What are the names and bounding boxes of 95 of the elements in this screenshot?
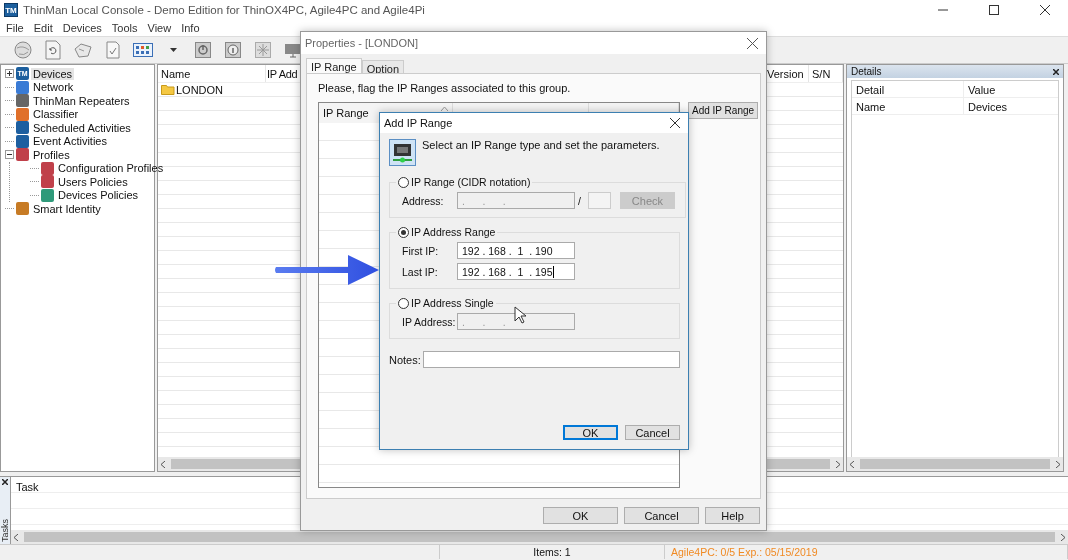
- plus-icon: [7, 71, 12, 77]
- tree-icon: [16, 107, 29, 121]
- sort-icon: [441, 107, 448, 111]
- column-header: Value: [967, 83, 997, 97]
- radio-option[interactable]: IP Address Range: [398, 226, 496, 238]
- folder-icon: [161, 84, 175, 95]
- tree-item[interactable]: Profiles: [31, 148, 72, 161]
- tree-item[interactable]: Smart Identity: [31, 202, 103, 215]
- radio-option[interactable]: IP Range (CIDR notation): [398, 176, 531, 188]
- dialog-title: Properties - [LONDON]: [305, 37, 419, 49]
- dialog-button[interactable]: Cancel: [624, 507, 699, 524]
- field-label: Address:: [402, 194, 445, 207]
- tree-item[interactable]: Users Policies: [56, 175, 130, 188]
- horizontal-scrollbar[interactable]: [847, 457, 1063, 471]
- dialog-title: Add IP Range: [384, 117, 453, 129]
- panel-title: Details: [851, 66, 882, 77]
- tree-item[interactable]: Scheduled Activities: [31, 121, 133, 134]
- tree-icon: [16, 80, 29, 94]
- tree-icon: [16, 202, 29, 216]
- tree-item[interactable]: ThinMan Repeaters: [31, 94, 132, 107]
- globe-icon[interactable]: [13, 40, 33, 60]
- tab[interactable]: IP Range: [306, 58, 362, 73]
- status-text: Items: 1: [440, 545, 665, 559]
- caret-icon[interactable]: [169, 48, 177, 52]
- tree-icon: [16, 148, 29, 162]
- scrollbar-thumb[interactable]: [24, 532, 1055, 542]
- menu-item[interactable]: File: [2, 22, 30, 34]
- tree-item[interactable]: Classifier: [31, 108, 81, 121]
- radio-option[interactable]: IP Address Single: [398, 297, 494, 309]
- separator-text: /: [578, 194, 581, 207]
- notes-field[interactable]: [422, 351, 680, 368]
- mouse-pointer-icon: [514, 306, 526, 324]
- menu-item[interactable]: Tools: [107, 22, 144, 34]
- column-header[interactable]: S/N: [809, 65, 843, 82]
- field-label: First IP:: [402, 244, 440, 257]
- add-button[interactable]: Add IP Range: [688, 102, 759, 119]
- menu-item[interactable]: View: [143, 22, 178, 34]
- instruction-text: Select an IP Range type and set the parameters.: [422, 139, 660, 151]
- instruction-text: Please, flag the IP Ranges associated to this group.: [318, 82, 572, 94]
- dialog-button[interactable]: Cancel: [625, 425, 680, 440]
- menu-item[interactable]: Info: [177, 22, 206, 34]
- table-cell: Name: [852, 98, 964, 114]
- ip-address-field[interactable]: 192 . 168 . 1 . 195: [457, 263, 575, 280]
- tree-icon: [16, 134, 29, 148]
- menu-item[interactable]: Edit: [29, 22, 59, 34]
- tree-icon: [41, 161, 54, 175]
- radio-button[interactable]: [398, 226, 409, 238]
- tab[interactable]: Option: [361, 60, 405, 73]
- refresh-icon[interactable]: [45, 40, 61, 60]
- license-text: Agile4PC: 0/5 Exp.: 05/15/2019: [665, 545, 1068, 559]
- tree-item[interactable]: Devices: [31, 67, 75, 80]
- close-icon[interactable]: [2, 479, 8, 485]
- field-label: IP Address:: [402, 315, 454, 328]
- tree-icon: [41, 175, 54, 189]
- menu-item[interactable]: Devices: [58, 22, 108, 34]
- window-title: ThinMan Local Console - Demo Edition for ThinOX4PC, Agile4PC and Agile4Pi: [23, 4, 426, 16]
- info-icon[interactable]: [225, 42, 241, 58]
- close-icon[interactable]: [1053, 68, 1059, 75]
- power-icon[interactable]: [195, 42, 211, 58]
- column-header: Task: [16, 481, 39, 493]
- tree-item[interactable]: Devices Policies: [56, 189, 141, 202]
- tree-item[interactable]: Event Activities: [31, 135, 109, 148]
- tree-item[interactable]: Configuration Profiles: [56, 162, 166, 175]
- table-cell-text: Devices: [967, 100, 1009, 114]
- column-header: Detail: [852, 81, 964, 97]
- prefix-field[interactable]: [587, 192, 611, 209]
- radio-button[interactable]: [398, 176, 409, 188]
- expander[interactable]: [5, 150, 14, 160]
- monitor-icon[interactable]: [284, 42, 302, 58]
- expander[interactable]: [5, 69, 14, 79]
- close-icon[interactable]: [747, 37, 758, 49]
- checklist-icon[interactable]: [106, 41, 120, 59]
- grid-icon[interactable]: [133, 43, 153, 57]
- app-logo: TM: [4, 3, 18, 17]
- field-label: Last IP:: [402, 265, 439, 278]
- minus-icon: [7, 152, 12, 158]
- network-port-icon: [389, 139, 416, 166]
- dialog-button[interactable]: OK: [563, 425, 618, 440]
- close-icon[interactable]: [670, 118, 680, 128]
- dialog-button[interactable]: OK: [543, 507, 618, 524]
- tree-item[interactable]: Network: [31, 81, 76, 94]
- field-label: Notes:: [389, 353, 421, 366]
- radio-button[interactable]: [398, 297, 409, 309]
- scrollbar-thumb[interactable]: [860, 459, 1050, 469]
- dialog-button[interactable]: Help: [705, 507, 760, 524]
- tree-icon: [16, 121, 29, 135]
- maximize-icon[interactable]: [989, 5, 999, 15]
- text-cursor: [552, 265, 554, 278]
- close-icon[interactable]: [1040, 5, 1050, 15]
- ip-address-field[interactable]: 192 . 168 . 1 . 190: [457, 242, 575, 259]
- column-header[interactable]: Name: [158, 65, 266, 82]
- horizontal-scrollbar[interactable]: [11, 530, 1068, 544]
- list-item[interactable]: LONDON: [176, 83, 224, 96]
- tree-icon: [16, 94, 29, 108]
- tree-icon: [41, 188, 54, 202]
